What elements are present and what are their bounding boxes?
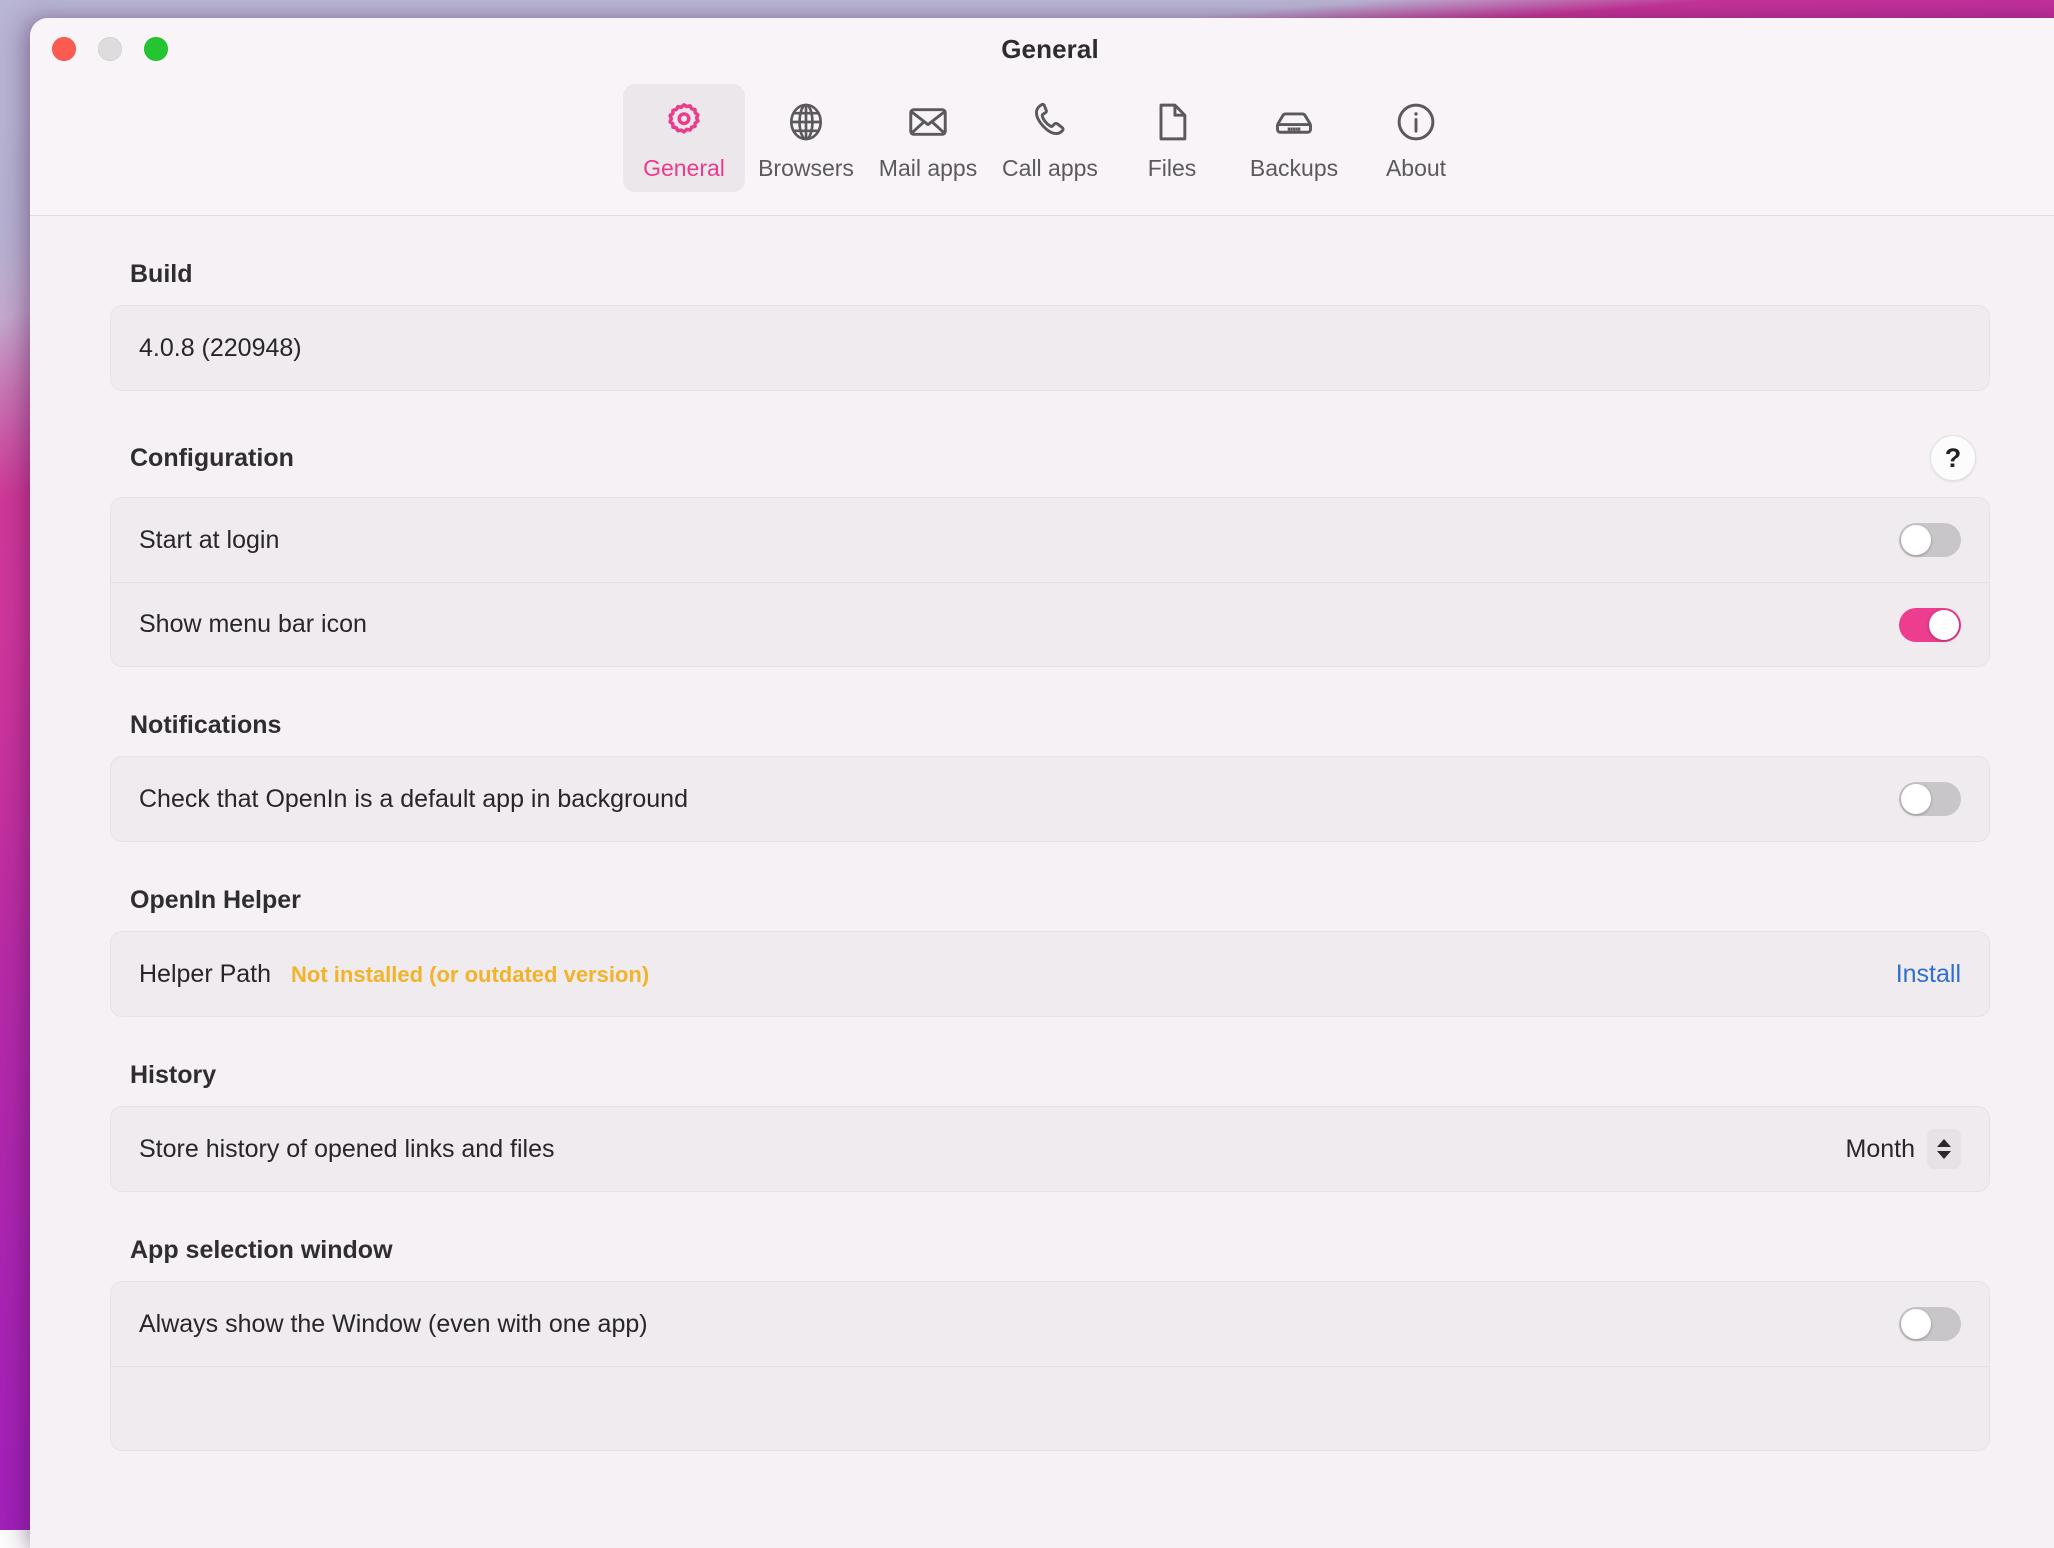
app-selection-card: Always show the Window (even with one ap…: [110, 1281, 1990, 1451]
phone-icon: [1028, 96, 1072, 148]
build-version-value: 4.0.8 (220948): [139, 334, 302, 363]
section-title-history: History: [130, 1061, 216, 1090]
toggle-knob: [1929, 610, 1959, 640]
helper-status-badge: Not installed (or outdated version): [291, 962, 649, 988]
tab-about[interactable]: About: [1355, 84, 1477, 192]
section-header-openin-helper: OpenIn Helper: [110, 842, 1990, 931]
section-app-selection-window: App selection window Always show the Win…: [110, 1192, 1990, 1451]
history-duration-stepper[interactable]: Month: [1846, 1129, 1961, 1169]
globe-icon: [784, 96, 828, 148]
label-show-menu-bar-icon: Show menu bar icon: [139, 610, 367, 639]
label-store-history: Store history of opened links and files: [139, 1135, 555, 1164]
build-card: 4.0.8 (220948): [110, 305, 1990, 391]
tab-mail-apps[interactable]: Mail apps: [867, 84, 989, 192]
tab-browsers[interactable]: Browsers: [745, 84, 867, 192]
row-store-history: Store history of opened links and files …: [111, 1107, 1989, 1191]
row-always-show-window[interactable]: Always show the Window (even with one ap…: [111, 1282, 1989, 1366]
traffic-light-controls: [52, 37, 168, 61]
tab-label-call-apps: Call apps: [1002, 155, 1098, 182]
preferences-content: Build 4.0.8 (220948) Configuration ? Sta…: [30, 216, 2054, 1548]
build-row: 4.0.8 (220948): [111, 306, 1989, 390]
section-title-openin-helper: OpenIn Helper: [130, 886, 301, 915]
section-header-build: Build: [110, 216, 1990, 305]
row-overflow-partial: [111, 1366, 1989, 1450]
tab-files[interactable]: Files: [1111, 84, 1233, 192]
notifications-card: Check that OpenIn is a default app in ba…: [110, 756, 1990, 842]
section-notifications: Notifications Check that OpenIn is a def…: [110, 667, 1990, 842]
tab-label-about: About: [1386, 155, 1446, 182]
section-build: Build 4.0.8 (220948): [110, 216, 1990, 391]
toggle-knob: [1901, 525, 1931, 555]
section-title-build: Build: [130, 260, 193, 289]
section-title-app-selection-window: App selection window: [130, 1236, 393, 1265]
window-title: General: [30, 18, 2054, 80]
chevron-down-icon: [1937, 1151, 1951, 1159]
tab-label-browsers: Browsers: [758, 155, 854, 182]
section-header-app-selection-window: App selection window: [110, 1192, 1990, 1281]
row-default-app-check[interactable]: Check that OpenIn is a default app in ba…: [111, 757, 1989, 841]
section-header-configuration: Configuration ?: [110, 391, 1990, 497]
section-configuration: Configuration ? Start at login Show menu…: [110, 391, 1990, 667]
chevron-up-icon: [1937, 1139, 1951, 1147]
document-icon: [1150, 96, 1194, 148]
label-default-app-check: Check that OpenIn is a default app in ba…: [139, 785, 688, 814]
label-helper-path: Helper Path: [139, 960, 271, 989]
chevron-updown-icon[interactable]: [1927, 1129, 1961, 1169]
tab-label-mail-apps: Mail apps: [879, 155, 977, 182]
app-window: General General: [30, 18, 2054, 1548]
tab-backups[interactable]: Backups: [1233, 84, 1355, 192]
tab-label-files: Files: [1148, 155, 1197, 182]
info-icon: [1394, 96, 1438, 148]
window-titlebar: General: [30, 18, 2054, 80]
toggle-start-at-login[interactable]: [1899, 523, 1961, 557]
tab-call-apps[interactable]: Call apps: [989, 84, 1111, 192]
section-header-notifications: Notifications: [110, 667, 1990, 756]
tab-label-general: General: [643, 155, 725, 182]
section-openin-helper: OpenIn Helper Helper Path Not installed …: [110, 842, 1990, 1017]
help-button[interactable]: ?: [1930, 435, 1976, 481]
drive-icon: [1272, 96, 1316, 148]
toggle-show-menu-bar-icon[interactable]: [1899, 608, 1961, 642]
section-header-history: History: [110, 1017, 1990, 1106]
tab-label-backups: Backups: [1250, 155, 1338, 182]
label-always-show-window: Always show the Window (even with one ap…: [139, 1310, 648, 1339]
install-helper-button[interactable]: Install: [1896, 960, 1961, 989]
helper-path-group: Helper Path Not installed (or outdated v…: [139, 960, 649, 989]
envelope-icon: [906, 96, 950, 148]
section-history: History Store history of opened links an…: [110, 1017, 1990, 1192]
preferences-toolbar: General Browsers: [30, 80, 2054, 216]
toggle-default-app-check[interactable]: [1899, 782, 1961, 816]
toggle-knob: [1901, 784, 1931, 814]
row-helper-path: Helper Path Not installed (or outdated v…: [111, 932, 1989, 1016]
helper-card: Helper Path Not installed (or outdated v…: [110, 931, 1990, 1017]
close-window-button[interactable]: [52, 37, 76, 61]
toggle-knob: [1901, 1309, 1931, 1339]
toggle-always-show-window[interactable]: [1899, 1307, 1961, 1341]
configuration-card: Start at login Show menu bar icon: [110, 497, 1990, 667]
label-start-at-login: Start at login: [139, 526, 279, 555]
gear-icon: [662, 96, 706, 148]
row-show-menu-bar-icon[interactable]: Show menu bar icon: [111, 582, 1989, 666]
tab-general[interactable]: General: [623, 84, 745, 192]
section-title-configuration: Configuration: [130, 444, 294, 473]
history-duration-value: Month: [1846, 1135, 1915, 1164]
maximize-window-button[interactable]: [144, 37, 168, 61]
row-start-at-login[interactable]: Start at login: [111, 498, 1989, 582]
section-title-notifications: Notifications: [130, 711, 281, 740]
minimize-window-button[interactable]: [98, 37, 122, 61]
history-card: Store history of opened links and files …: [110, 1106, 1990, 1192]
